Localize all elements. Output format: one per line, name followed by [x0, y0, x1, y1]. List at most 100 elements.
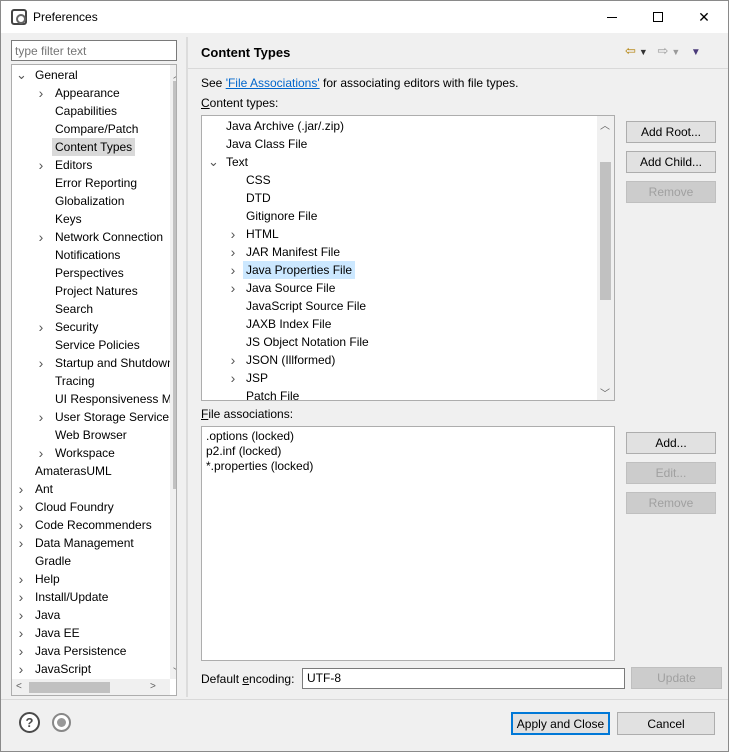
nav-tree-item[interactable]: JavaScript — [35, 660, 91, 678]
chevron-right-icon[interactable]: › — [16, 480, 26, 498]
content-type-item[interactable]: Java Properties File — [243, 261, 356, 279]
chevron-right-icon[interactable]: › — [16, 606, 26, 624]
filter-input[interactable] — [11, 40, 177, 61]
view-menu-icon[interactable]: ▼ — [691, 47, 701, 58]
content-types-scroll-thumb[interactable] — [600, 162, 611, 300]
nav-tree-item[interactable]: Code Recommenders — [35, 516, 152, 534]
nav-tree-item[interactable]: Java EE — [35, 624, 80, 642]
add-association-button[interactable]: Add... — [626, 432, 716, 454]
chevron-right-icon[interactable]: › — [36, 84, 46, 102]
minimize-button[interactable] — [589, 1, 635, 33]
chevron-right-icon[interactable]: › — [36, 354, 46, 372]
nav-tree-item[interactable]: Cloud Foundry — [35, 498, 114, 516]
nav-tree-item[interactable]: Capabilities — [55, 102, 117, 120]
chevron-right-icon[interactable]: › — [36, 228, 46, 246]
list-item[interactable]: p2.inf (locked) — [206, 444, 281, 459]
content-type-item[interactable]: JavaScript Source File — [246, 297, 366, 315]
help-icon[interactable]: ? — [19, 712, 40, 733]
chevron-right-icon[interactable]: › — [228, 369, 238, 387]
content-type-item[interactable]: Java Class File — [226, 135, 307, 153]
nav-tree-item[interactable]: Install/Update — [35, 588, 108, 606]
scroll-down-icon[interactable]: ﹀ — [600, 385, 610, 400]
nav-tree-item[interactable]: Globalization — [55, 192, 124, 210]
content-type-item[interactable]: Java Archive (.jar/.zip) — [226, 117, 344, 135]
scroll-right-icon[interactable]: > — [150, 681, 156, 692]
nav-tree-item[interactable]: Web Browser — [55, 426, 127, 444]
nav-tree-item[interactable]: Compare/Patch — [55, 120, 138, 138]
forward-arrow-icon[interactable]: ⇨ — [657, 43, 668, 58]
chevron-right-icon[interactable]: › — [36, 156, 46, 174]
nav-tree-item[interactable]: Security — [55, 318, 98, 336]
chevron-down-icon[interactable]: ⌄ — [16, 66, 27, 84]
chevron-right-icon[interactable]: › — [16, 516, 26, 534]
nav-tree-item[interactable]: Help — [35, 570, 60, 588]
nav-tree-item[interactable]: Service Policies — [55, 336, 140, 354]
content-type-item[interactable]: HTML — [246, 225, 279, 243]
import-export-icon[interactable] — [52, 713, 71, 732]
nav-tree-item[interactable]: Perspectives — [55, 264, 124, 282]
list-item[interactable]: .options (locked) — [206, 429, 294, 444]
nav-tree-item[interactable]: Appearance — [55, 84, 120, 102]
nav-tree-item[interactable]: Editors — [55, 156, 92, 174]
content-types-scrollbar[interactable]: ︿ ﹀ — [597, 116, 614, 400]
edit-association-button[interactable]: Edit... — [626, 462, 716, 484]
chevron-right-icon[interactable]: › — [16, 660, 26, 678]
content-type-item[interactable]: JAR Manifest File — [246, 243, 340, 261]
nav-tree-item[interactable]: Notifications — [55, 246, 120, 264]
chevron-right-icon[interactable]: › — [228, 261, 238, 279]
nav-tree-item[interactable]: General — [35, 66, 78, 84]
nav-tree-item[interactable]: Startup and Shutdown — [55, 354, 174, 372]
chevron-right-icon[interactable]: › — [16, 588, 26, 606]
content-type-item[interactable]: Patch File — [246, 387, 299, 400]
chevron-right-icon[interactable]: › — [16, 498, 26, 516]
back-menu-chevron-icon[interactable]: ▼ — [639, 47, 648, 57]
content-type-item[interactable]: JSP — [246, 369, 268, 387]
chevron-right-icon[interactable]: › — [16, 624, 26, 642]
remove-association-button[interactable]: Remove — [626, 492, 716, 514]
nav-tree-item[interactable]: AmaterasUML — [35, 462, 112, 480]
file-associations-list[interactable]: .options (locked) p2.inf (locked) *.prop… — [201, 426, 615, 661]
chevron-right-icon[interactable]: › — [228, 225, 238, 243]
update-button[interactable]: Update — [631, 667, 722, 689]
nav-tree-item[interactable]: Gradle — [35, 552, 71, 570]
nav-tree-item[interactable]: Java — [35, 606, 60, 624]
content-type-item[interactable]: JS Object Notation File — [246, 333, 369, 351]
close-button[interactable]: ✕ — [681, 1, 727, 33]
cancel-button[interactable]: Cancel — [617, 712, 715, 735]
nav-tree-item[interactable]: Data Management — [35, 534, 134, 552]
chevron-right-icon[interactable]: › — [16, 642, 26, 660]
nav-tree-item[interactable]: Project Natures — [55, 282, 138, 300]
nav-tree-item[interactable]: Network Connection — [55, 228, 163, 246]
scroll-up-icon[interactable]: ︿ — [600, 117, 610, 132]
chevron-right-icon[interactable]: › — [36, 444, 46, 462]
content-type-item[interactable]: Gitignore File — [246, 207, 317, 225]
default-encoding-input[interactable]: UTF-8 — [302, 668, 625, 689]
nav-tree-item[interactable]: UI Responsiveness Monitoring — [55, 390, 176, 408]
back-arrow-icon[interactable]: ⇦ — [625, 43, 636, 58]
add-root-button[interactable]: Add Root... — [626, 121, 716, 143]
content-type-item[interactable]: Text — [226, 153, 248, 171]
content-type-item[interactable]: DTD — [246, 189, 271, 207]
content-type-item[interactable]: JAXB Index File — [246, 315, 331, 333]
content-type-item[interactable]: Java Source File — [246, 279, 335, 297]
nav-tree-item[interactable]: Content Types — [52, 138, 136, 156]
nav-horizontal-scrollbar[interactable]: < > — [12, 679, 170, 695]
nav-hscroll-thumb[interactable] — [29, 682, 110, 693]
forward-menu-chevron-icon[interactable]: ▼ — [671, 47, 680, 57]
apply-and-close-button[interactable]: Apply and Close — [511, 712, 610, 735]
scroll-up-icon[interactable]: ︿ — [173, 66, 176, 81]
maximize-button[interactable] — [635, 1, 681, 33]
list-item[interactable]: *.properties (locked) — [206, 459, 313, 474]
nav-tree-item[interactable]: Tracing — [55, 372, 95, 390]
content-type-item[interactable]: JSON (Illformed) — [246, 351, 335, 369]
nav-tree-item[interactable]: Error Reporting — [55, 174, 137, 192]
nav-scroll-thumb[interactable] — [173, 81, 176, 489]
nav-tree-item[interactable]: Java Persistence — [35, 642, 126, 660]
chevron-down-icon[interactable]: ⌄ — [208, 153, 219, 171]
chevron-right-icon[interactable]: › — [16, 570, 26, 588]
content-type-item[interactable]: CSS — [246, 171, 271, 189]
file-associations-link[interactable]: 'File Associations' — [226, 76, 320, 90]
nav-tree-item[interactable]: User Storage Service — [55, 408, 169, 426]
nav-tree-item[interactable]: Search — [55, 300, 93, 318]
scroll-left-icon[interactable]: < — [16, 681, 22, 692]
